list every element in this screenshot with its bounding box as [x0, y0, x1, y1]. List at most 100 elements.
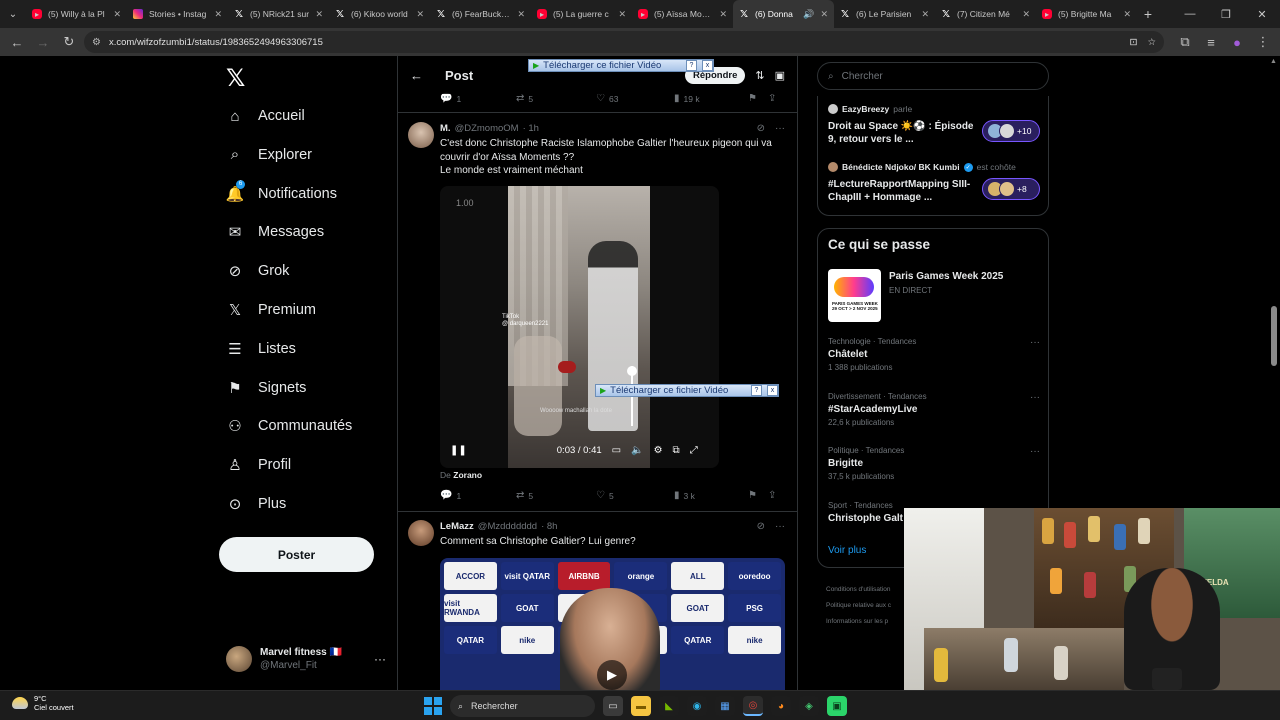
close-tab-icon[interactable]: ✕: [921, 9, 929, 20]
search-input[interactable]: ⌕ Chercher: [817, 62, 1049, 90]
back-arrow-icon[interactable]: ←: [410, 68, 423, 83]
close-tab-icon[interactable]: ✕: [1022, 9, 1030, 20]
close-button[interactable]: x: [767, 385, 778, 396]
browser-tab[interactable]: ▸ (5) Brigitte Ma ✕: [1036, 0, 1137, 28]
close-tab-icon[interactable]: ✕: [820, 9, 828, 20]
post-button[interactable]: Poster: [219, 537, 374, 572]
download-video-bar[interactable]: ▶ Télécharger ce fichier Vidéo ? x: [595, 384, 779, 397]
more-icon[interactable]: ···: [374, 652, 386, 666]
more-icon[interactable]: ···: [775, 123, 785, 134]
volume-knob[interactable]: [627, 366, 637, 376]
scroll-thumb[interactable]: [1271, 306, 1277, 366]
volume-icon[interactable]: 🔈: [631, 445, 643, 456]
pip-icon[interactable]: ⧉: [673, 445, 680, 456]
scroll-up-icon[interactable]: ▲: [1270, 58, 1277, 65]
close-tab-icon[interactable]: ✕: [719, 9, 727, 20]
firefox-icon[interactable]: ◕: [771, 696, 791, 716]
extensions-icon[interactable]: ⧉: [1174, 31, 1196, 53]
help-button[interactable]: ?: [686, 60, 697, 71]
start-button[interactable]: [424, 697, 442, 715]
store-icon[interactable]: ▦: [715, 696, 735, 716]
repost-action[interactable]: ⇄ 5: [516, 490, 596, 501]
close-window-button[interactable]: ✕: [1244, 8, 1280, 21]
app-icon[interactable]: ◈: [799, 696, 819, 716]
like-action[interactable]: ♡ 5: [596, 490, 674, 501]
live-event[interactable]: PARIS GAMES WEEK 29 OCT > 2 NOV 2025 Par…: [828, 269, 1040, 323]
browser-tab[interactable]: ▸ (5) Aïssa Mome ✕: [632, 0, 733, 28]
nav-item-notifications[interactable]: 🔔 6 Notifications: [226, 179, 337, 206]
pause-icon[interactable]: ❚❚: [450, 445, 467, 456]
like-action[interactable]: ♡ 63: [596, 93, 674, 104]
weather-widget[interactable]: 9°C Ciel couvert: [12, 694, 74, 713]
more-icon[interactable]: ···: [775, 521, 785, 532]
profile-avatar-icon[interactable]: ●: [1226, 31, 1248, 53]
back-button[interactable]: ←: [6, 31, 28, 53]
nav-item-messages[interactable]: ✉ Messages: [226, 220, 324, 244]
settings-icon[interactable]: ⚙: [654, 445, 663, 456]
nav-item-listes[interactable]: ☰ Listes: [226, 337, 296, 361]
video-player[interactable]: 1.00 TikTok @ darqueen2221 Woooow machal…: [440, 186, 719, 468]
play-icon[interactable]: ▶: [597, 660, 627, 690]
share-action[interactable]: ⇪: [768, 93, 776, 104]
tweet-media[interactable]: ACCOR visit QATAR AIRBNB orange ALL ooredoo vi…: [440, 558, 785, 690]
x-logo-icon[interactable]: 𝕏: [226, 64, 245, 93]
close-tab-icon[interactable]: ✕: [517, 9, 525, 20]
video-frame[interactable]: TikTok @ darqueen2221: [502, 186, 650, 468]
nav-item-plus[interactable]: ⊙ Plus: [226, 492, 287, 516]
views-action[interactable]: ▮ 3 k: [674, 490, 748, 501]
reply-action[interactable]: 💬 1: [440, 93, 516, 104]
source-author-link[interactable]: Zorano: [453, 470, 482, 480]
space-listeners[interactable]: +10: [982, 120, 1040, 142]
more-icon[interactable]: ···: [1030, 392, 1040, 403]
share-action[interactable]: ⇪: [768, 490, 776, 501]
browser-tab[interactable]: 𝕏 (6) Donna 🔊 ✕: [733, 0, 834, 28]
site-info-icon[interactable]: ⚙: [92, 37, 101, 48]
close-tab-icon[interactable]: ✕: [214, 9, 222, 20]
nav-item-grok[interactable]: ⊘ Grok: [226, 259, 290, 283]
download-video-bar[interactable]: ▶ Télécharger ce fichier Vidéo ? x: [528, 59, 714, 72]
browser-menu-icon[interactable]: ⋮: [1252, 31, 1274, 53]
grok-icon[interactable]: ⊘: [757, 521, 765, 532]
bookmark-action[interactable]: ⚑: [748, 490, 768, 501]
help-button[interactable]: ?: [751, 385, 762, 396]
minimize-button[interactable]: —: [1172, 8, 1208, 21]
terms-link[interactable]: Conditions d'utilisation: [826, 582, 891, 598]
browser-tab[interactable]: 𝕏 (5) NRick21 sur ✕: [228, 0, 329, 28]
task-view-icon[interactable]: ▭: [603, 696, 623, 716]
bookmark-action[interactable]: ⚑: [748, 93, 768, 104]
browser-tab[interactable]: ▸ (5) Willy à la Pl ✕: [26, 0, 127, 28]
browser-tab[interactable]: Stories • Instag ✕: [127, 0, 228, 28]
author-name[interactable]: LeMazz: [440, 521, 474, 532]
space-listeners[interactable]: +8: [982, 178, 1040, 200]
forward-button[interactable]: →: [32, 31, 54, 53]
nav-item-premium[interactable]: 𝕏 Premium: [226, 298, 316, 322]
bookmark-star-icon[interactable]: ☆: [1147, 37, 1156, 48]
captions-icon[interactable]: ▭: [612, 445, 621, 456]
address-bar[interactable]: ⚙ x.com/wifzofzumbi1/status/198365249496…: [84, 31, 1164, 53]
more-icon[interactable]: ···: [1030, 337, 1040, 348]
policy-link[interactable]: Politique relative aux c: [826, 598, 891, 614]
browser-tab[interactable]: 𝕏 (7) Citizen Mé ✕: [935, 0, 1036, 28]
phone-link-icon[interactable]: ▣: [827, 696, 847, 716]
nav-item-profil[interactable]: ♙ Profil: [226, 453, 291, 477]
taskbar-search[interactable]: ⌕ Rechercher: [450, 695, 595, 717]
install-app-icon[interactable]: ⊡: [1130, 37, 1138, 48]
grok-icon[interactable]: ⊘: [757, 123, 765, 134]
nvidia-icon[interactable]: ◣: [659, 696, 679, 716]
browser-tab[interactable]: 𝕏 (6) Kikoo world ✕: [329, 0, 430, 28]
chrome-icon[interactable]: ◎: [743, 696, 763, 716]
media-control-icon[interactable]: ≡: [1200, 31, 1222, 53]
trend-item[interactable]: Politique · Tendances Brigitte 37,5 k publ…: [828, 446, 1040, 481]
close-tab-icon[interactable]: ✕: [315, 9, 323, 20]
info-link[interactable]: Informations sur les p: [826, 614, 891, 630]
nav-item-communautes[interactable]: ⚇ Communautés: [226, 414, 352, 438]
filter-icon[interactable]: ⇅: [755, 69, 764, 82]
reload-button[interactable]: ↻: [58, 31, 80, 53]
avatar[interactable]: [408, 520, 434, 546]
author-handle[interactable]: @Mzddddddd: [478, 521, 537, 532]
trend-item[interactable]: Divertissement · Tendances #StarAcademyLi…: [828, 392, 1040, 427]
new-tab-button[interactable]: +: [1137, 6, 1159, 22]
account-switcher[interactable]: Marvel fitness 🇫🇷 @Marvel_Fit ···: [226, 644, 386, 674]
browser-tab[interactable]: 𝕏 (6) Le Parisien ✕: [834, 0, 935, 28]
close-tab-icon[interactable]: ✕: [1123, 9, 1131, 20]
